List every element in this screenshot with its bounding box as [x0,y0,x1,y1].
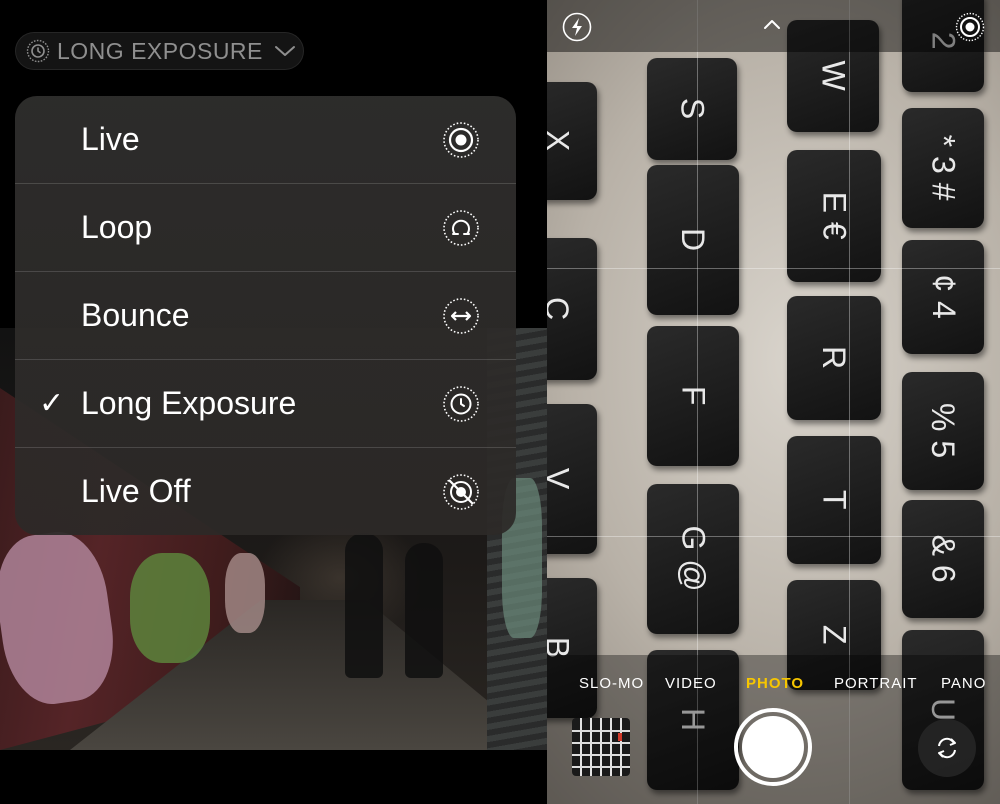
menu-item-label: Live [81,121,140,157]
keyboard-key: E € [787,150,881,282]
shutter-button[interactable] [734,708,812,786]
menu-item-label: Long Exposure [81,385,297,421]
menu-item-label: Live Off [81,473,191,509]
mode-photo[interactable]: PHOTO [746,675,804,692]
blurred-person [345,533,383,678]
keyboard-key: G @ [647,484,739,634]
keyboard-key: & 6 [902,500,984,618]
live-mode-label: LONG EXPOSURE [57,37,263,64]
long-exposure-icon [443,385,479,422]
bounce-icon [443,297,479,334]
right-screen: X S W 2 * 3 # D E € C ¢ 4 R % 5 F T V & … [547,0,1000,804]
keyboard-key: T [787,436,881,564]
live-off-icon [443,473,479,510]
keyboard-key: * 3 # [902,108,984,228]
live-photo-icon[interactable] [955,12,985,42]
graffiti [225,553,265,633]
keyboard-key: % 5 [902,372,984,490]
menu-item-long-exposure[interactable]: ✓ Long Exposure [15,360,516,448]
grid-line [547,536,1000,537]
keyboard-key: S [647,58,737,160]
mode-slo-mo[interactable]: SLO-MO [579,675,644,692]
loop-icon [443,209,479,246]
live-icon [443,121,479,158]
keyboard-key: X [547,82,597,200]
menu-item-label: Loop [81,209,153,245]
blurred-person [405,543,443,678]
shutter-inner [742,716,804,778]
flash-off-icon[interactable] [562,12,592,42]
menu-item-live-off[interactable]: Live Off [15,448,516,535]
camera-mode-picker: SLO-MO VIDEO PHOTO PORTRAIT PANO [547,675,1000,695]
menu-item-loop[interactable]: Loop [15,184,516,272]
keyboard-key: R [787,296,881,420]
camera-top-bar [547,0,1000,52]
chevron-down-icon [274,46,295,56]
switch-camera-button[interactable] [918,719,976,777]
mode-pano[interactable]: PANO [941,675,986,692]
menu-item-label: Bounce [81,297,190,333]
live-mode-menu: Live Loop Bounce ✓ Long Exposure Live Of… [15,96,516,535]
keyboard-key: ¢ 4 [902,240,984,354]
keyboard-key: F [647,326,739,466]
left-screen: LONG EXPOSURE Live Loop Bounce ✓ Long Ex… [0,0,547,804]
long-exposure-icon [26,39,50,63]
mode-video[interactable]: VIDEO [665,675,717,692]
keyboard-key: D [647,165,739,315]
keyboard-key: V [547,404,597,554]
live-mode-selector-button[interactable]: LONG EXPOSURE [15,32,304,70]
last-photo-thumbnail[interactable] [572,718,630,776]
menu-item-bounce[interactable]: Bounce [15,272,516,360]
menu-item-live[interactable]: Live [15,96,516,184]
camera-bottom-bar: SLO-MO VIDEO PHOTO PORTRAIT PANO [547,655,1000,804]
chevron-up-icon[interactable] [761,14,783,36]
graffiti [130,553,210,663]
grid-line [547,268,1000,269]
camera-flip-icon [938,737,956,759]
mode-portrait[interactable]: PORTRAIT [834,675,918,692]
keyboard-key: C [547,238,597,380]
checkmark-icon: ✓ [39,387,65,420]
